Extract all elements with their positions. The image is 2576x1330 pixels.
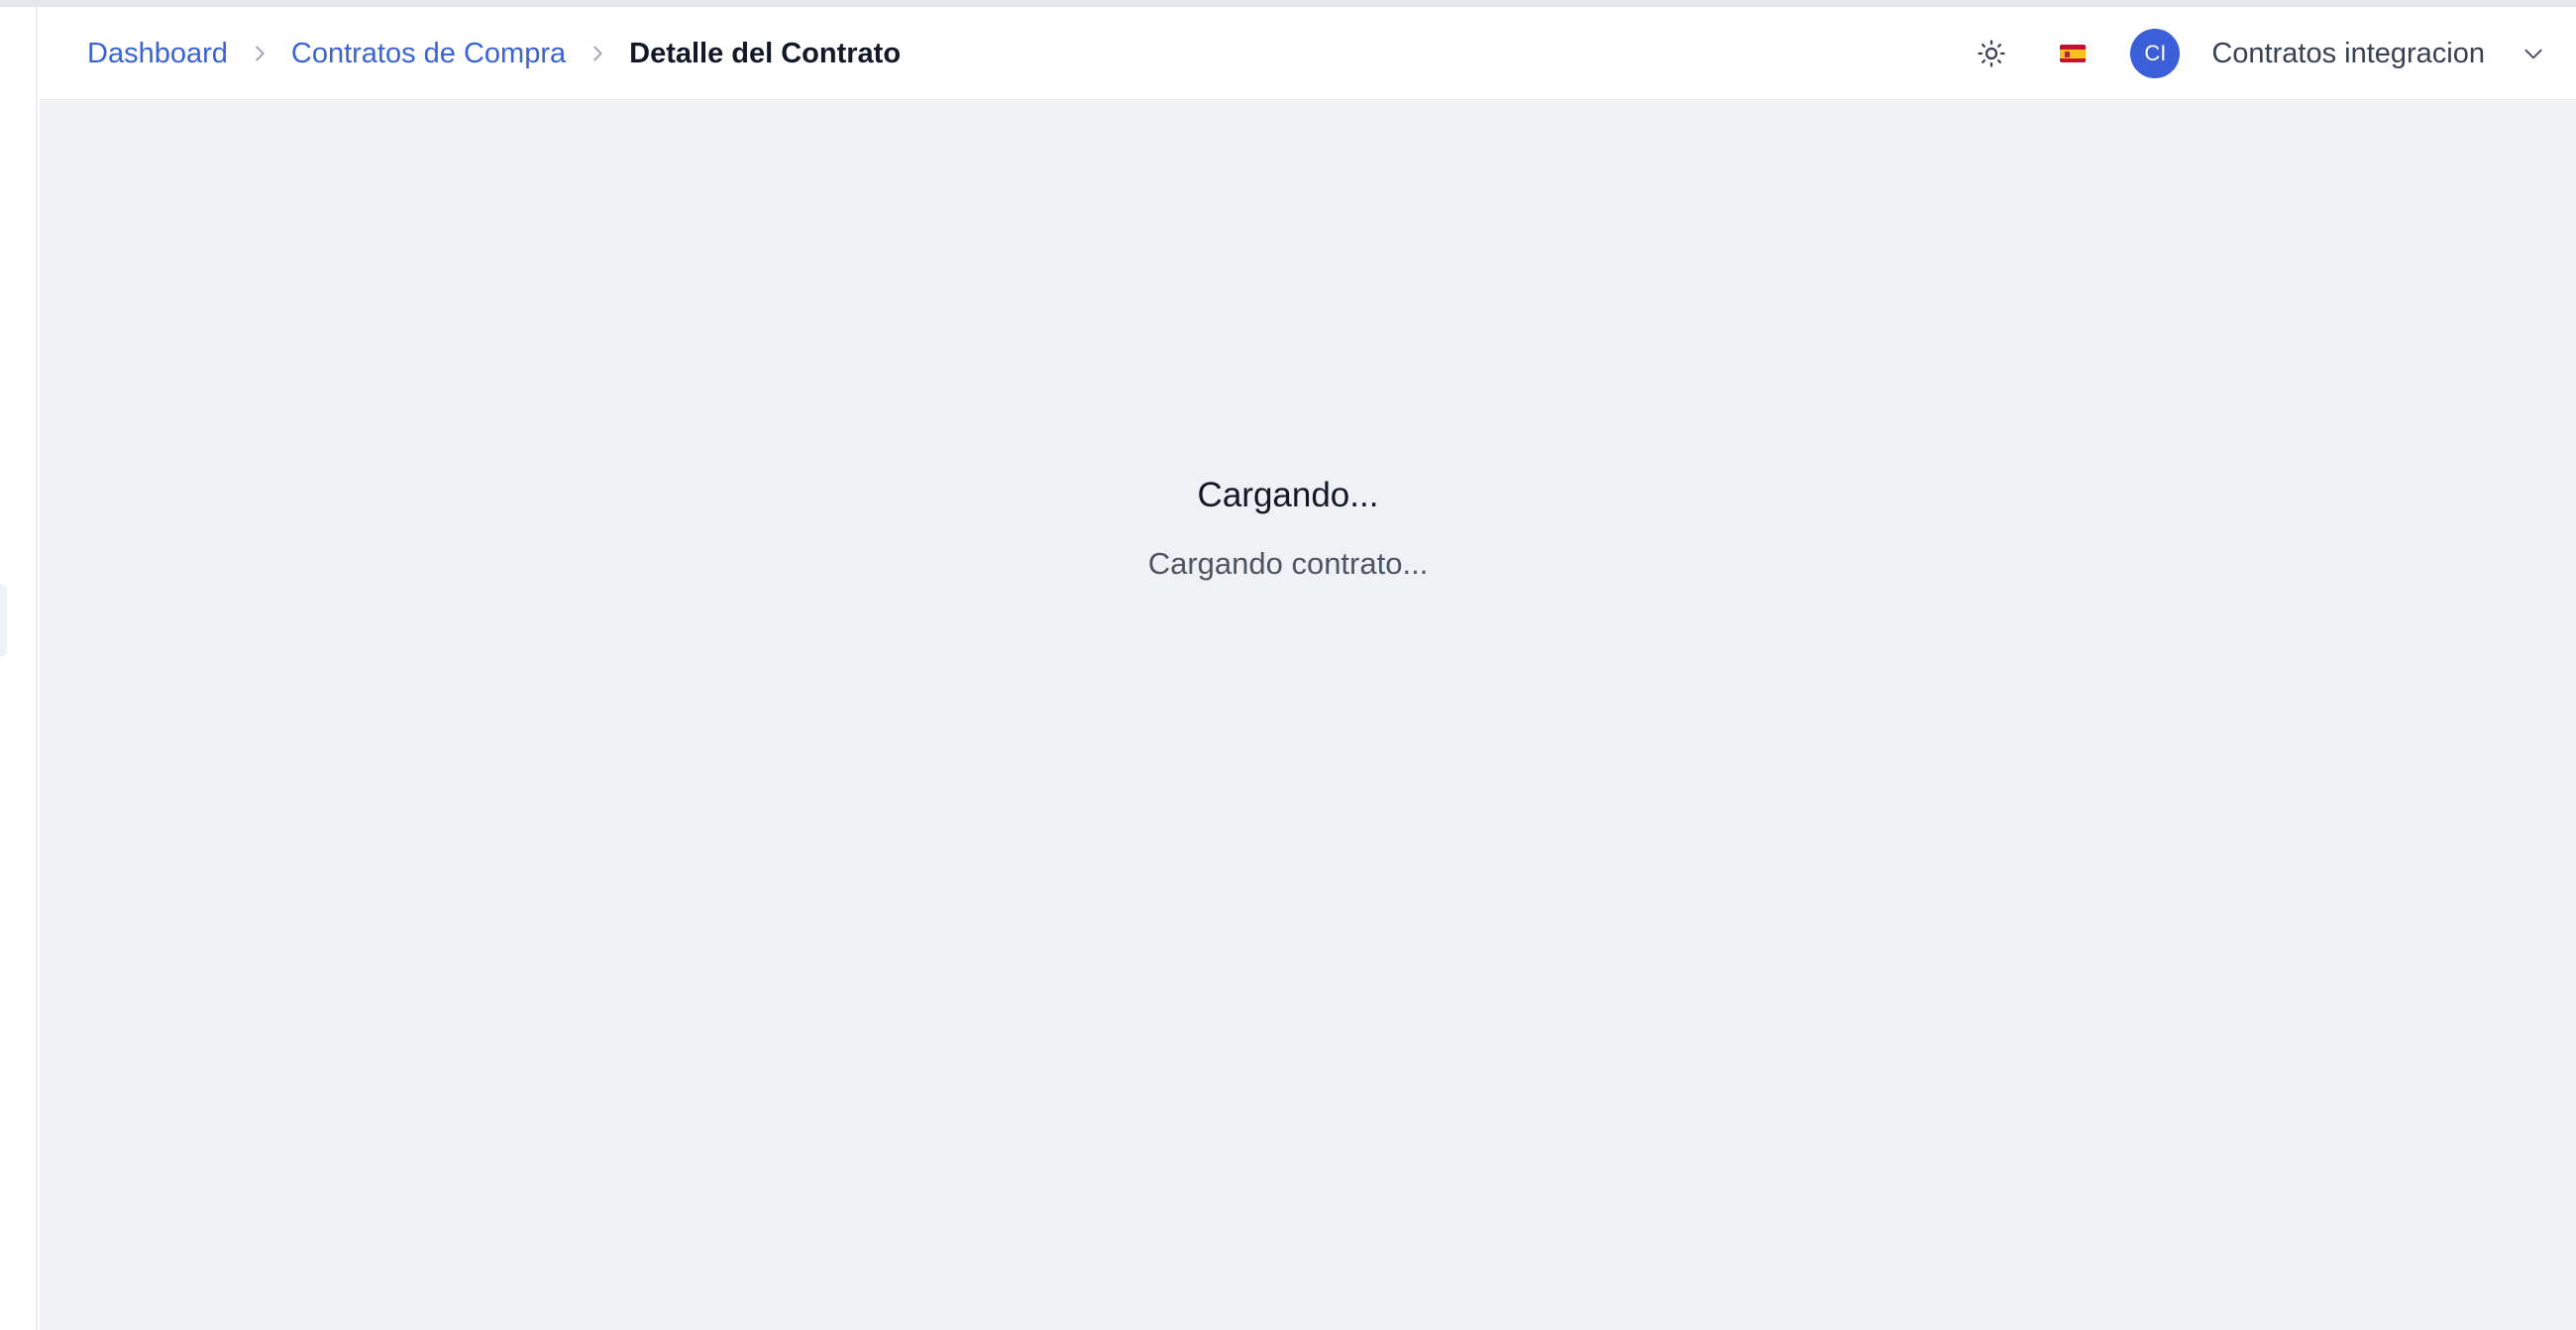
- chevron-right-icon: [228, 34, 291, 73]
- language-selector-button[interactable]: [2049, 30, 2096, 77]
- breadcrumb: Dashboard Contratos de Compra Detalle de…: [87, 7, 901, 100]
- chevron-down-icon: [2524, 49, 2542, 59]
- loading-title: Cargando...: [1197, 476, 1379, 514]
- main-content: [40, 101, 2576, 1330]
- header-actions: CI Contratos integracion: [1968, 7, 2576, 100]
- top-header: Dashboard Contratos de Compra Detalle de…: [40, 7, 2576, 100]
- sun-icon: [1978, 40, 2005, 67]
- breadcrumb-link-dashboard[interactable]: Dashboard: [87, 38, 228, 70]
- theme-toggle-button[interactable]: [1968, 30, 2015, 77]
- spain-flag-icon: [2060, 45, 2087, 62]
- breadcrumb-current-page: Detalle del Contrato: [629, 37, 902, 69]
- avatar: CI: [2130, 29, 2181, 78]
- loading-message: Cargando contrato...: [1147, 546, 1429, 581]
- top-strip: [0, 0, 2576, 7]
- chevron-right-icon: [566, 34, 629, 73]
- user-name: Contratos integracion: [2211, 37, 2485, 69]
- sidebar-active-item-marker[interactable]: [0, 584, 7, 657]
- user-menu-button[interactable]: CI Contratos integracion: [2130, 29, 2576, 78]
- sidebar: [0, 7, 38, 1330]
- breadcrumb-link-contratos-de-compra[interactable]: Contratos de Compra: [291, 38, 566, 70]
